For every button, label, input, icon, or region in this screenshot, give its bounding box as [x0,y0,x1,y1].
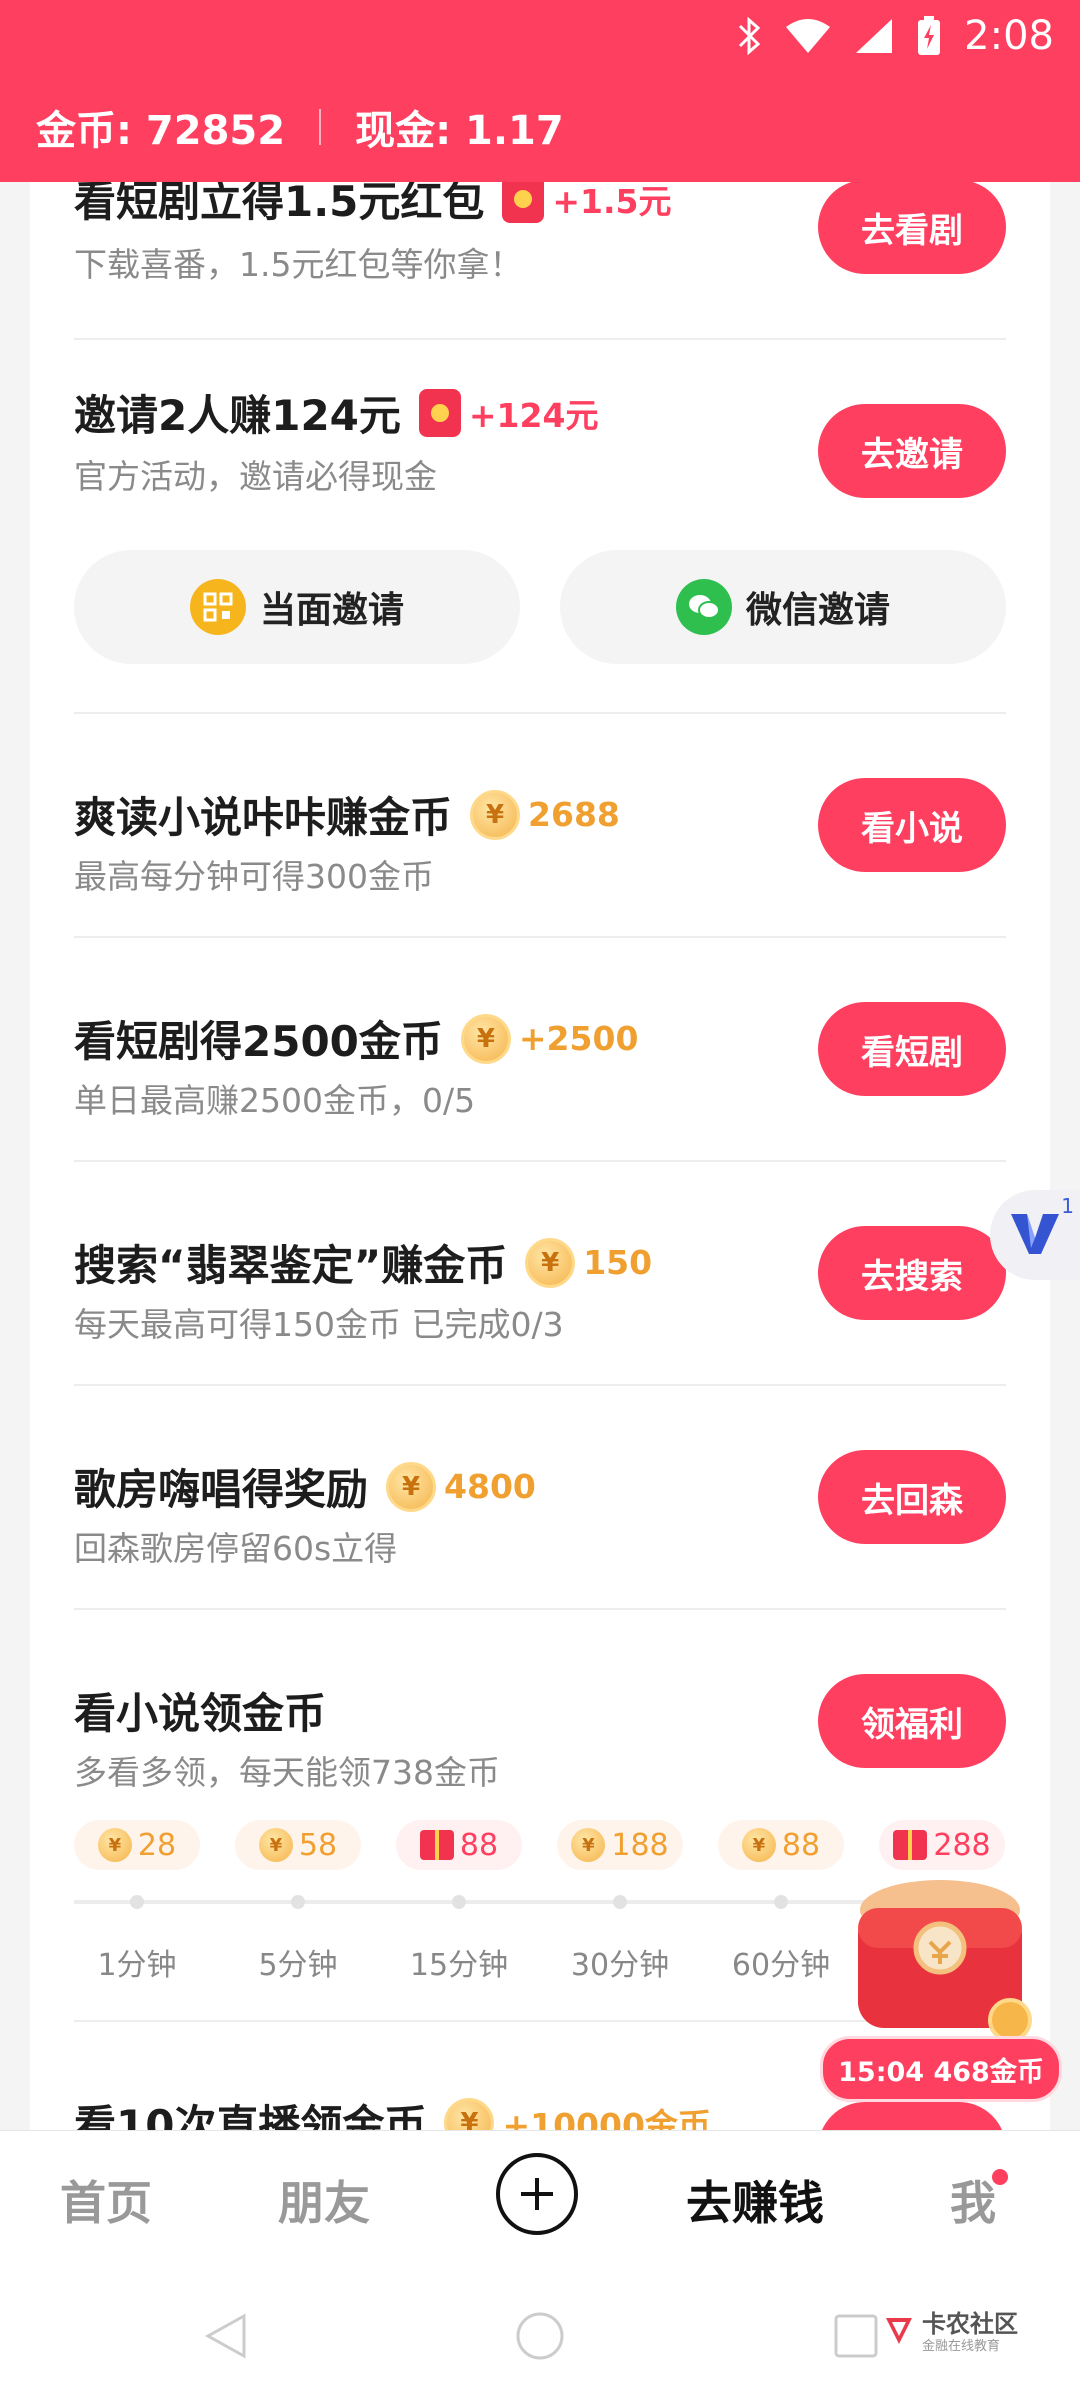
milestone-time: 5分钟 [258,1948,338,1983]
task-title: 搜索“翡翠鉴定”赚金币 [74,1241,508,1290]
milestone-time: 30分钟 [570,1948,670,1983]
status-time: 2:08 [964,13,1054,59]
read-novel-button[interactable]: 看小说 [818,778,1006,872]
bottom-tab-bar: 首页 朋友 去赚钱 我 [0,2130,1080,2271]
task-title: 看小说领金币 [74,1689,327,1738]
countdown-timer[interactable]: 15:04 468金币 [820,2036,1062,2102]
coin-icon: ¥ [97,1828,132,1862]
milestone-time: 1分钟 [97,1948,177,1983]
milestone-dot [452,1895,466,1909]
face-to-face-invite-label: 当面邀请 [259,590,404,631]
wechat-invite-label: 微信邀请 [745,590,890,631]
watermark-sub: 金融在线教育 [922,2339,1001,2354]
claim-benefit-button[interactable]: 领福利 [818,1674,1006,1768]
coin-icon: ¥ [470,789,521,840]
invite-button[interactable]: 去邀请 [818,404,1006,498]
milestone-dot [291,1895,305,1909]
task-reward: ¥150 [525,1237,652,1288]
task-item-singing: 歌房嗨唱得奖励 ¥4800 回森歌房停留60s立得 去回森 [30,1386,1050,1610]
watch-drama-button[interactable]: 去看剧 [818,180,1006,274]
milestone-reward: 88 [396,1820,522,1870]
tab-home[interactable]: 首页 [60,2167,152,2233]
status-bar: 2:08 [736,10,1054,62]
signal-icon [854,17,894,55]
create-plus-button[interactable] [496,2153,578,2235]
tab-me[interactable]: 我 [950,2167,996,2233]
bluetooth-icon [736,16,762,56]
milestone-reward: ¥88 [718,1820,844,1870]
task-reward: +124元 [418,388,598,437]
task-title: 爽读小说咔咔赚金币 [74,793,453,842]
task-desc: 回森歌房停留60s立得 [74,1529,398,1568]
coin-icon: ¥ [258,1828,293,1862]
back-icon[interactable] [200,2310,252,2366]
home-circle-icon[interactable] [514,2310,566,2366]
task-title: 看短剧得2500金币 [74,1017,443,1066]
tab-friends[interactable]: 朋友 [278,2167,370,2233]
milestone-reward: 288 [879,1820,1005,1870]
task-desc: 最高每分钟可得300金币 [74,857,434,896]
watch-short-drama-button[interactable]: 看短剧 [818,1002,1006,1096]
wechat-invite-button[interactable]: 微信邀请 [560,550,1006,664]
task-title: 歌房嗨唱得奖励 [74,1465,369,1514]
floating-v-widget[interactable]: 1 [990,1190,1080,1280]
header-divider [319,109,322,145]
recents-icon[interactable] [832,2312,880,2364]
top-header: 2:08 金币: 72852 现金: 1.17 [0,0,1080,182]
task-desc: 下载喜番，1.5元红包等你拿！ [74,245,523,284]
coin-balance[interactable]: 金币: 72852 [36,98,285,156]
battery-icon [916,15,942,57]
go-huisen-button[interactable]: 去回森 [818,1450,1006,1544]
milestone-time: 60分钟 [731,1948,831,1983]
milestone-reward: ¥28 [74,1820,200,1870]
plus-icon [521,2178,553,2210]
system-nav-bar: 卡农社区 金融在线教育 [0,2270,1080,2400]
watermark: 卡农社区 金融在线教育 [882,2312,1018,2353]
task-title: 邀请2人赚124元 [74,391,401,440]
task-desc: 单日最高赚2500金币，0/5 [74,1081,476,1120]
cash-balance[interactable]: 现金: 1.17 [355,98,564,156]
task-item-search: 搜索“翡翠鉴定”赚金币 ¥150 每天最高可得150金币 已完成0/3 去搜索 [30,1162,1050,1386]
search-button[interactable]: 去搜索 [818,1226,1006,1320]
coin-icon: ¥ [525,1237,576,1288]
task-reward: ¥ +2500 [460,1013,638,1064]
task-item-short-drama: 看短剧得2500金币 ¥ +2500 单日最高赚2500金币，0/5 看短剧 [30,938,1050,1162]
treasure-chest-icon[interactable] [840,1870,1040,2050]
milestone-dot [130,1895,144,1909]
wifi-icon [784,17,832,55]
qr-code-icon [189,579,246,635]
milestone-dot [613,1895,627,1909]
gift-icon [893,1830,928,1860]
coin-icon: ¥ [386,1461,437,1512]
notification-dot [992,2169,1008,2185]
tab-earn[interactable]: 去赚钱 [686,2167,824,2233]
task-reward: ¥4800 [386,1461,536,1512]
wechat-icon [675,579,732,635]
coin-icon: ¥ [571,1828,606,1862]
face-to-face-invite-button[interactable]: 当面邀请 [74,550,520,664]
task-reward: ¥2688 [470,789,620,840]
task-desc: 官方活动，邀请必得现金 [74,457,437,496]
v-logo-icon [1007,1208,1063,1262]
milestone-time: 15分钟 [409,1948,509,1983]
task-item-novel: 爽读小说咔咔赚金币 ¥2688 最高每分钟可得300金币 看小说 [30,714,1050,938]
milestone-progress-track [74,1900,954,1904]
task-desc: 多看多领，每天能领738金币 [74,1753,500,1792]
task-desc: 每天最高可得150金币 已完成0/3 [74,1305,564,1344]
gift-icon [419,1830,454,1860]
watermark-name: 卡农社区 [922,2310,1018,2338]
milestone-reward: ¥188 [557,1820,683,1870]
watermark-logo-icon [882,2314,916,2352]
notification-badge: 1 [1061,1194,1074,1218]
milestone-dot [774,1895,788,1909]
coin-icon: ¥ [741,1828,776,1862]
red-packet-icon [418,388,461,437]
coin-icon: ¥ [460,1013,511,1064]
task-list: 看短剧立得1.5元红包 +1.5元 下载喜番，1.5元红包等你拿！ 去看剧 邀请… [30,150,1050,2160]
milestone-reward: ¥58 [235,1820,361,1870]
